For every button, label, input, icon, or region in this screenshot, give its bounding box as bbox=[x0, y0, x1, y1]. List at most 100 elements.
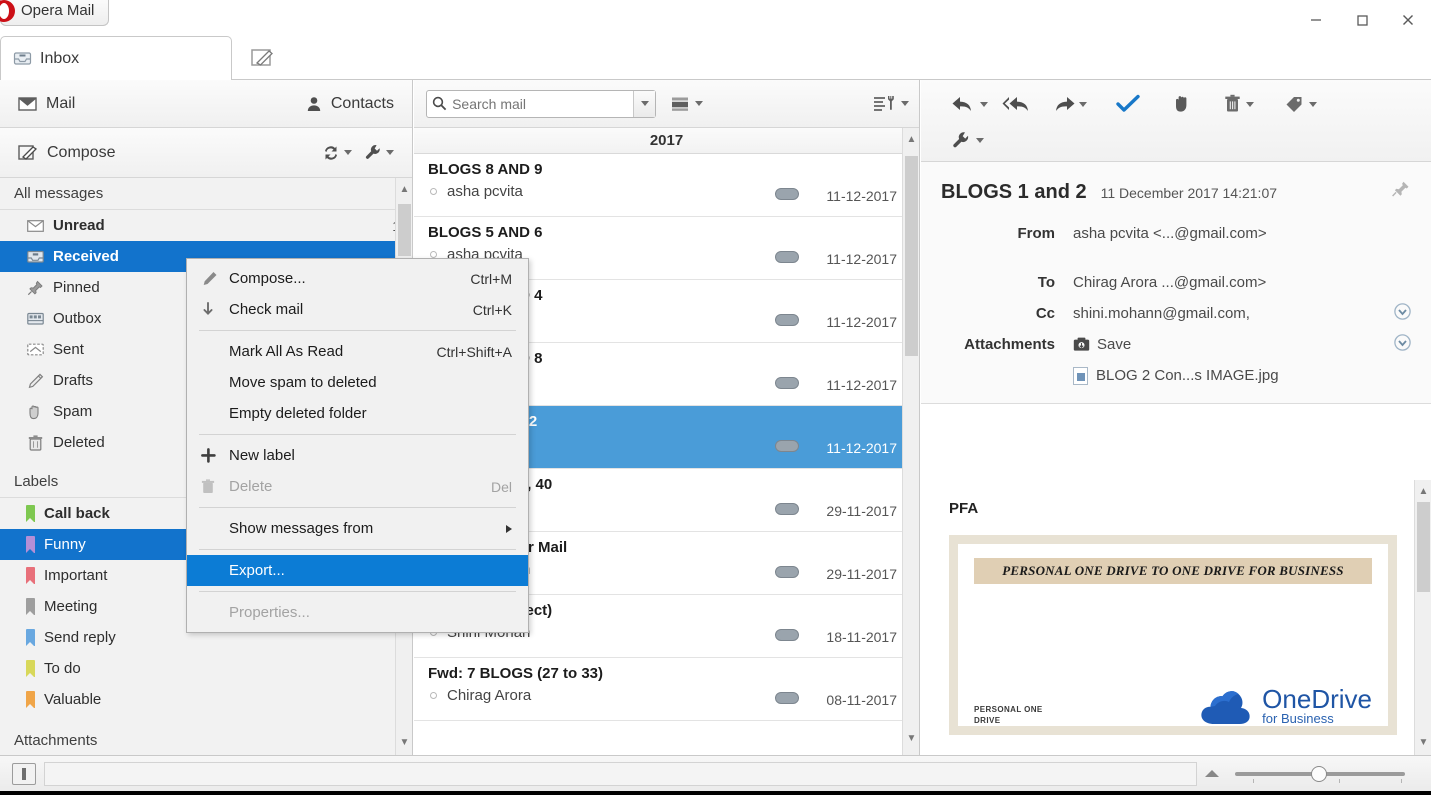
menu-item-empty-deleted-folder[interactable]: Empty deleted folder bbox=[187, 398, 528, 429]
sidebar-item-label: To do bbox=[44, 660, 81, 677]
search-input[interactable] bbox=[452, 95, 634, 112]
expand-cc-chevron-icon[interactable] bbox=[1394, 303, 1411, 324]
attachment-badge-icon bbox=[775, 692, 799, 704]
onedrive-cloud-icon bbox=[1201, 691, 1250, 724]
reading-pane: BLOGS 1 and 2 11 December 2017 14:21:07 … bbox=[921, 80, 1431, 755]
sidebar-settings-button[interactable] bbox=[360, 139, 398, 166]
compose-button[interactable]: Compose bbox=[18, 144, 115, 162]
forward-button[interactable] bbox=[1044, 91, 1093, 117]
minimize-icon[interactable] bbox=[1293, 3, 1339, 37]
close-icon[interactable] bbox=[1385, 3, 1431, 37]
menu-item-compose[interactable]: Compose... Ctrl+M bbox=[187, 263, 528, 294]
onedrive-name: OneDrive bbox=[1262, 683, 1372, 714]
email-header: BLOGS 1 and 2 11 December 2017 14:21:07 … bbox=[921, 162, 1431, 403]
search-dropdown-icon[interactable] bbox=[633, 90, 655, 117]
menu-item-label: Empty deleted folder bbox=[229, 405, 367, 422]
section-all-messages[interactable]: All messages bbox=[0, 178, 412, 210]
save-label: Save bbox=[1097, 336, 1132, 353]
window-controls bbox=[1293, 0, 1431, 40]
message-list-scrollbar[interactable]: ▲ ▼ bbox=[902, 128, 919, 755]
mark-spam-button[interactable] bbox=[1165, 91, 1199, 117]
menu-item-show-messages-from[interactable]: Show messages from bbox=[187, 513, 528, 544]
message-list-toolbar bbox=[414, 80, 919, 128]
scroll-up-icon[interactable]: ▲ bbox=[1415, 482, 1431, 500]
sync-mail-button[interactable] bbox=[317, 140, 356, 166]
sidebar-item-unread[interactable]: Unread 1 bbox=[0, 210, 412, 241]
attachments-save[interactable]: Save bbox=[1073, 336, 1394, 353]
table-row[interactable]: BLOGS 8 AND 9 asha pcvita 11-12-2017 bbox=[414, 154, 919, 217]
search-mail-box[interactable] bbox=[426, 89, 656, 118]
chevron-down-icon bbox=[344, 150, 352, 155]
reply-button[interactable] bbox=[945, 91, 994, 117]
apply-label-button[interactable] bbox=[1278, 91, 1323, 117]
menu-item-label: Mark All As Read bbox=[229, 343, 344, 360]
zoom-slider-handle[interactable] bbox=[1311, 765, 1327, 782]
attachment-item[interactable]: BLOG 2 Con...s IMAGE.jpg bbox=[941, 360, 1411, 391]
forward-icon bbox=[1056, 97, 1075, 111]
menu-item-properties[interactable]: Properties... bbox=[187, 597, 528, 628]
scroll-up-icon[interactable]: ▲ bbox=[903, 130, 920, 148]
scroll-down-icon[interactable]: ▼ bbox=[903, 729, 920, 747]
field-to: To Chirag Arora ...@gmail.com> bbox=[941, 267, 1411, 298]
compose-icon bbox=[18, 144, 38, 160]
tab-inbox[interactable]: Inbox bbox=[0, 36, 232, 80]
maximize-icon[interactable] bbox=[1339, 3, 1385, 37]
new-tab-compose-icon[interactable] bbox=[240, 42, 284, 74]
menu-item-label: Delete bbox=[229, 478, 273, 495]
inbox-icon bbox=[13, 52, 32, 65]
download-arrow-icon bbox=[201, 301, 229, 318]
mark-read-button[interactable] bbox=[1109, 91, 1147, 117]
sidebar-label-valuable[interactable]: Valuable bbox=[0, 684, 412, 715]
reader-scrollbar[interactable]: ▲ ▼ bbox=[1414, 480, 1431, 755]
label-color-swatch bbox=[26, 598, 35, 615]
scroll-down-icon[interactable]: ▼ bbox=[396, 733, 413, 751]
sidebar-tool-buttons bbox=[317, 139, 398, 166]
sidebar-compose-row: Compose bbox=[0, 128, 412, 178]
delete-button[interactable] bbox=[1217, 91, 1260, 117]
sort-settings-button[interactable] bbox=[873, 95, 909, 112]
scrollbar-thumb[interactable] bbox=[398, 204, 411, 256]
reply-all-button[interactable] bbox=[996, 91, 1042, 117]
message-subject: Fwd: 7 BLOGS (27 to 33) bbox=[428, 665, 604, 682]
title-bar: Opera Mail bbox=[0, 0, 1431, 30]
menu-item-move-spam-to-deleted[interactable]: Move spam to deleted bbox=[187, 367, 528, 398]
cc-value: shini.mohann@gmail.com, bbox=[1073, 305, 1250, 322]
scroll-down-icon[interactable]: ▼ bbox=[1415, 733, 1431, 751]
email-body: PFA PERSONAL ONE DRIVE TO ONE DRIVE FOR … bbox=[921, 480, 1431, 755]
menu-item-new-label[interactable]: New label bbox=[187, 440, 528, 471]
menu-item-delete[interactable]: Delete Del bbox=[187, 471, 528, 502]
menu-separator bbox=[199, 434, 516, 435]
panel-toggle-icon[interactable] bbox=[12, 762, 36, 785]
chevron-down-icon bbox=[640, 101, 649, 106]
label-color-swatch bbox=[26, 629, 35, 646]
attachment-badge-icon bbox=[775, 188, 799, 200]
attachment-badge-icon bbox=[775, 377, 799, 389]
scrollbar-thumb[interactable] bbox=[1417, 502, 1430, 592]
sidebar-contacts-button[interactable]: Contacts bbox=[306, 95, 394, 113]
reader-settings-button[interactable] bbox=[945, 127, 990, 153]
section-attachments[interactable]: Attachments bbox=[0, 725, 412, 757]
menu-item-check-mail[interactable]: Check mail Ctrl+K bbox=[187, 294, 528, 325]
attachment-badge-icon bbox=[775, 629, 799, 641]
email-fields: From asha pcvita <...@gmail.com> To Chir… bbox=[941, 218, 1411, 391]
label-tag-icon bbox=[1286, 97, 1302, 112]
from-value: asha pcvita <...@gmail.com> bbox=[1073, 225, 1267, 242]
scroll-up-icon[interactable]: ▲ bbox=[396, 180, 413, 198]
view-mode-button[interactable] bbox=[666, 92, 707, 116]
sidebar-mail-button[interactable]: Mail bbox=[18, 95, 75, 113]
chevron-down-icon bbox=[901, 101, 909, 106]
pin-icon[interactable] bbox=[1391, 180, 1411, 203]
attachment-preview[interactable]: PERSONAL ONE DRIVE TO ONE DRIVE FOR BUSI… bbox=[949, 535, 1397, 735]
sidebar-label-to-do[interactable]: To do bbox=[0, 653, 412, 684]
menu-item-export[interactable]: Export... bbox=[187, 555, 528, 586]
zoom-slider[interactable] bbox=[1235, 765, 1405, 783]
scrollbar-thumb[interactable] bbox=[905, 156, 918, 356]
expand-attachments-chevron-icon[interactable] bbox=[1394, 334, 1411, 355]
table-row[interactable]: Fwd: 7 BLOGS (27 to 33) Chirag Arora 08-… bbox=[414, 658, 919, 721]
menu-item-mark-all-as-read[interactable]: Mark All As Read Ctrl+Shift+A bbox=[187, 336, 528, 367]
compose-label: Compose bbox=[47, 143, 116, 161]
opera-app-tab[interactable]: Opera Mail bbox=[0, 0, 110, 26]
zoom-reset-icon[interactable] bbox=[1205, 770, 1219, 777]
label-color-swatch bbox=[26, 567, 35, 584]
chevron-down-icon bbox=[1079, 101, 1087, 107]
